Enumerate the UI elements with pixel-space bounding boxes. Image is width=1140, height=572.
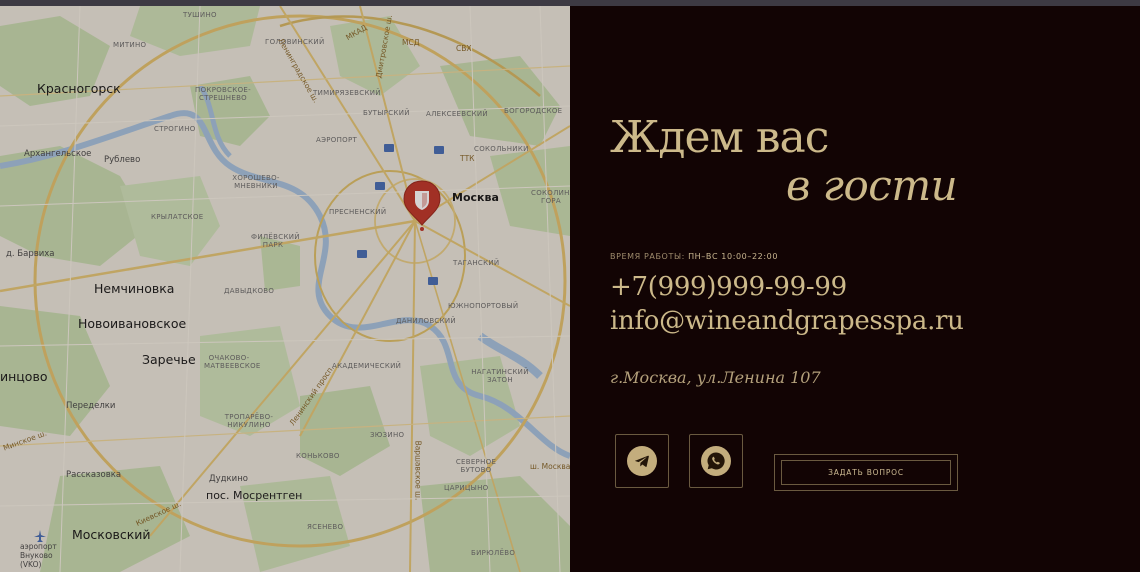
map-district-label: ЦАРИЦЫНО	[444, 484, 489, 492]
map-district-label: КРЫЛАТСКОЕ	[151, 213, 204, 221]
map-district-label: ЯСЕНЕВО	[307, 523, 344, 531]
map-district-label: КОНЬКОВО	[296, 452, 340, 460]
metro-icon	[434, 146, 444, 154]
map-district-label: ХОРОШЕВО-МНЕВНИКИ	[232, 174, 280, 190]
metro-icon	[375, 182, 385, 190]
telegram-button[interactable]	[615, 434, 669, 488]
map-city-label: д. Барвиха	[6, 249, 55, 259]
airport-icon	[34, 530, 46, 542]
map-district-label: СОКОЛИНАЯ ГОРА	[531, 189, 570, 205]
map-road-label: ш. Москва	[530, 462, 570, 471]
map-district-label: МИТИНО	[113, 41, 147, 49]
map-district-label: СЕВЕРНОЕ БУТОВО	[455, 458, 497, 474]
map-city-label: инцово	[0, 369, 48, 384]
map-road-label: Варшавское ш.	[413, 440, 423, 501]
map-district-label: АКАДЕМИЧЕСКИЙ	[332, 362, 402, 370]
whatsapp-button[interactable]	[689, 434, 743, 488]
ask-question-button[interactable]: ЗАДАТЬ ВОПРОС	[774, 454, 958, 491]
map-city-label: Архангельское	[24, 149, 92, 159]
metro-icon	[384, 144, 394, 152]
map-district-label: АЛЕКСЕЕВСКИЙ	[426, 110, 488, 118]
working-hours-label: ВРЕМЯ РАБОТЫ:	[610, 252, 685, 261]
map[interactable]: Красногорск Архангельское Рублево д. Бар…	[0, 6, 570, 572]
address: г.Москва, ул.Ленина 107	[610, 368, 821, 387]
map-district-label: ПРЕСНЕНСКИЙ	[329, 208, 387, 216]
map-district-label: БУТЫРСКИЙ	[363, 109, 410, 117]
top-bar	[0, 0, 1140, 6]
map-city-label: Заречье	[142, 352, 196, 367]
map-district-label: ГОЛОВИНСКИЙ	[265, 38, 325, 46]
map-city-label: Рассказовка	[66, 470, 122, 480]
ask-question-label: ЗАДАТЬ ВОПРОС	[781, 460, 951, 485]
map-district-label: БОГОРОДСКОЕ	[504, 107, 563, 115]
title-line-2: в гости	[786, 161, 958, 210]
map-district-label: БИРЮЛЁВО	[471, 549, 516, 557]
whatsapp-icon	[701, 446, 731, 476]
map-district-label: АЭРОПОРТ	[316, 136, 358, 144]
title-line-1: Ждем вас	[610, 112, 829, 163]
map-city-label: Дудкино	[209, 474, 248, 484]
map-moscow-label: Москва	[452, 191, 499, 204]
map-district-label: СОКОЛЬНИКИ	[474, 145, 529, 153]
map-city-label: Немчиновка	[94, 281, 175, 296]
metro-icon	[357, 250, 367, 258]
map-district-label: ДАНИЛОВСКИЙ	[396, 317, 456, 325]
phone-link[interactable]: +7(999)999-99-99	[610, 272, 847, 302]
map-city-label: Переделки	[66, 401, 116, 411]
working-hours: ВРЕМЯ РАБОТЫ: ПН–ВС 10:00–22:00	[610, 252, 778, 261]
metro-icon	[428, 277, 438, 285]
map-city-label: Новоивановское	[78, 316, 187, 331]
map-district-label: СТРОГИНО	[154, 125, 196, 133]
location-marker-icon[interactable]	[402, 179, 442, 235]
map-city-label: Рублево	[104, 155, 141, 165]
working-hours-value: ПН–ВС 10:00–22:00	[688, 252, 779, 261]
map-district-label: ТУШИНО	[183, 11, 217, 19]
map-district-label: ТРОПАРЁВО-НИКУЛИНО	[224, 413, 274, 429]
map-city-label: Красногорск	[37, 81, 121, 96]
map-district-label: ЮЖНОПОРТОВЫЙ	[448, 302, 519, 310]
map-district-label: ДАВЫДКОВО	[224, 287, 275, 295]
map-district-label: ПОКРОВСКОЕ-СТРЕШНЕВО	[195, 86, 251, 102]
map-district-label: НАГАТИНСКИЙ ЗАТОН	[471, 368, 529, 384]
map-road-label: СВХ	[456, 44, 472, 53]
map-district-label: ОЧАКОВО-МАТВЕЕВСКОЕ	[204, 354, 261, 370]
map-road-label: МСД	[402, 38, 420, 47]
telegram-icon	[627, 446, 657, 476]
map-district-label: ФИЛЁВСКИЙ ПАРК	[251, 233, 300, 249]
map-district-label: ТИМИРЯЗЕВСКИЙ	[313, 89, 381, 97]
email-link[interactable]: info@wineandgrapesspa.ru	[610, 306, 964, 336]
map-road-label: ТТК	[460, 154, 475, 163]
airport-label: аэропорт Внуково (VKO)	[20, 542, 57, 569]
contact-panel: Ждем вас в гости ВРЕМЯ РАБОТЫ: ПН–ВС 10:…	[570, 6, 1140, 572]
map-city-label: пос. Мосрентген	[206, 489, 303, 502]
map-city-label: Московский	[72, 527, 151, 542]
map-district-label: ТАГАНСКИЙ	[453, 259, 500, 267]
map-district-label: ЗЮЗИНО	[370, 431, 405, 439]
